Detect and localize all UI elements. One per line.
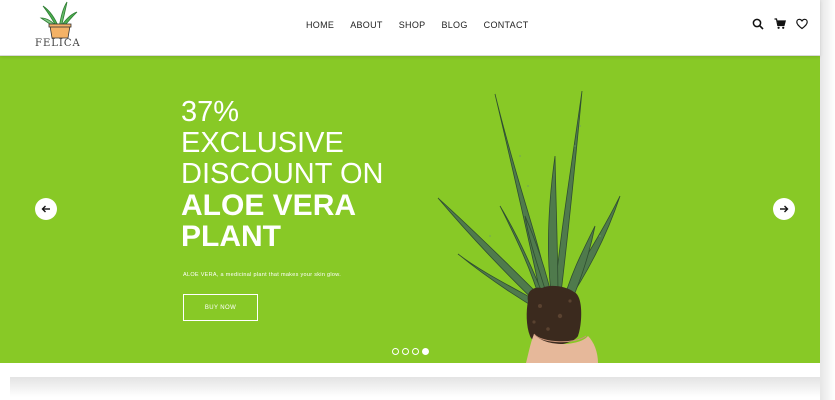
next-slide-button[interactable] bbox=[773, 198, 795, 220]
page: FELICA HOME ABOUT SHOP BLOG CONTACT 37% … bbox=[0, 0, 820, 377]
cart-icon[interactable] bbox=[774, 17, 786, 29]
hero-line-discount-on: DISCOUNT ON bbox=[181, 158, 384, 190]
nav-about[interactable]: ABOUT bbox=[350, 20, 383, 30]
nav-contact[interactable]: CONTACT bbox=[484, 20, 529, 30]
header-icons bbox=[752, 17, 808, 30]
nav-home[interactable]: HOME bbox=[306, 20, 334, 30]
hero-line-aloe-vera: ALOE VERA bbox=[181, 189, 357, 222]
slide-dot-1[interactable] bbox=[392, 348, 399, 355]
slide-dot-3[interactable] bbox=[412, 348, 419, 355]
arrow-left-icon bbox=[41, 205, 50, 213]
nav-shop[interactable]: SHOP bbox=[399, 20, 426, 30]
arrow-right-icon bbox=[780, 205, 789, 213]
prev-slide-button[interactable] bbox=[35, 198, 57, 220]
hero-line-discount: 37% bbox=[181, 96, 240, 128]
site-header: FELICA HOME ABOUT SHOP BLOG CONTACT bbox=[0, 0, 820, 56]
slider-dots bbox=[392, 348, 429, 355]
slide-dot-2[interactable] bbox=[402, 348, 409, 355]
main-nav: HOME ABOUT SHOP BLOG CONTACT bbox=[306, 20, 529, 30]
nav-blog[interactable]: BLOG bbox=[441, 20, 467, 30]
buy-now-button[interactable]: BUY NOW bbox=[183, 294, 258, 321]
hero-line-exclusive: EXCLUSIVE bbox=[181, 127, 344, 159]
page-shadow-bottom bbox=[10, 377, 820, 397]
hero-line-plant: PLANT bbox=[181, 220, 281, 253]
search-icon[interactable] bbox=[752, 17, 764, 30]
hero-subtitle: ALOE VERA, a medicinal plant that makes … bbox=[183, 272, 342, 278]
aloe-vera-plant-image bbox=[437, 90, 621, 363]
heart-icon[interactable] bbox=[796, 17, 808, 30]
page-shadow-right bbox=[820, 0, 835, 400]
hero-headline: 37% EXCLUSIVE DISCOUNT ON ALOE VERA PLAN… bbox=[181, 96, 384, 253]
slide-dot-4[interactable] bbox=[422, 348, 429, 355]
hero-slider: 37% EXCLUSIVE DISCOUNT ON ALOE VERA PLAN… bbox=[0, 56, 820, 363]
brand-name[interactable]: FELICA bbox=[35, 38, 81, 49]
